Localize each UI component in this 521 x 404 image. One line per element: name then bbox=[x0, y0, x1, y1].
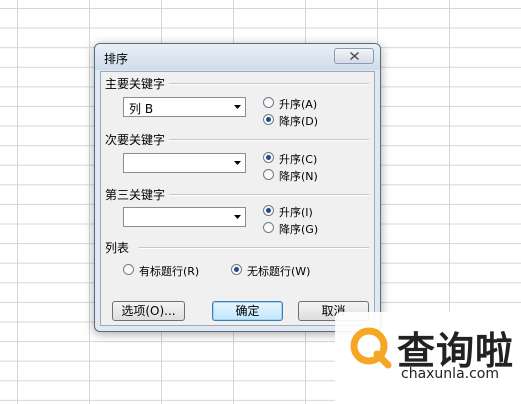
secondary-key-label: 次要关键字 bbox=[105, 131, 170, 148]
primary-descending-label: 降序(D) bbox=[279, 115, 319, 128]
ok-button[interactable]: 确定 bbox=[212, 301, 283, 321]
primary-key-label: 主要关键字 bbox=[105, 75, 170, 92]
radio-checked-icon bbox=[231, 264, 242, 275]
radio-unchecked-icon bbox=[263, 97, 274, 108]
list-label: 列表 bbox=[105, 239, 134, 256]
no-header-row-label: 无标题行(W) bbox=[247, 265, 311, 278]
tertiary-key-combo[interactable] bbox=[123, 207, 246, 227]
separator bbox=[169, 83, 369, 85]
options-button[interactable]: 选项(O)... bbox=[112, 301, 185, 321]
radio-unchecked-icon bbox=[263, 222, 274, 233]
dialog-title: 排序 bbox=[104, 52, 129, 66]
radio-unchecked-icon bbox=[263, 169, 274, 180]
watermark: 查询啦 chaxunla.com bbox=[335, 312, 521, 404]
separator bbox=[169, 139, 369, 141]
close-button[interactable] bbox=[334, 48, 374, 64]
search-logo-icon bbox=[350, 327, 392, 369]
radio-checked-icon bbox=[263, 205, 274, 216]
radio-checked-icon bbox=[263, 114, 274, 125]
has-header-row-label: 有标题行(R) bbox=[139, 265, 200, 278]
primary-ascending-label: 升序(A) bbox=[279, 98, 318, 111]
dialog-content: 主要关键字 列 B 升序(A) 降序(D) 次要关键字 升序(C) 降序(N) bbox=[100, 71, 375, 326]
dialog-titlebar[interactable]: 排序 bbox=[95, 44, 380, 70]
watermark-url: chaxunla.com bbox=[401, 366, 499, 382]
secondary-key-combo[interactable] bbox=[123, 153, 246, 173]
tertiary-descending-label: 降序(G) bbox=[279, 223, 319, 236]
radio-unchecked-icon bbox=[123, 264, 134, 275]
separator bbox=[139, 247, 369, 249]
tertiary-ascending-label: 升序(I) bbox=[279, 206, 313, 219]
chevron-down-icon bbox=[234, 105, 241, 109]
secondary-descending-label: 降序(N) bbox=[279, 170, 318, 183]
close-icon bbox=[350, 52, 359, 60]
chevron-down-icon bbox=[234, 161, 241, 165]
chevron-down-icon bbox=[234, 215, 241, 219]
tertiary-key-label: 第三关键字 bbox=[105, 186, 170, 203]
radio-checked-icon bbox=[263, 152, 274, 163]
primary-key-value: 列 B bbox=[129, 102, 154, 116]
separator bbox=[169, 194, 369, 196]
primary-key-combo[interactable]: 列 B bbox=[123, 97, 246, 117]
secondary-ascending-label: 升序(C) bbox=[279, 153, 318, 166]
sort-dialog: 排序 主要关键字 列 B 升序(A) 降序(D) 次要关键字 升序(C) 降序(… bbox=[94, 43, 381, 332]
